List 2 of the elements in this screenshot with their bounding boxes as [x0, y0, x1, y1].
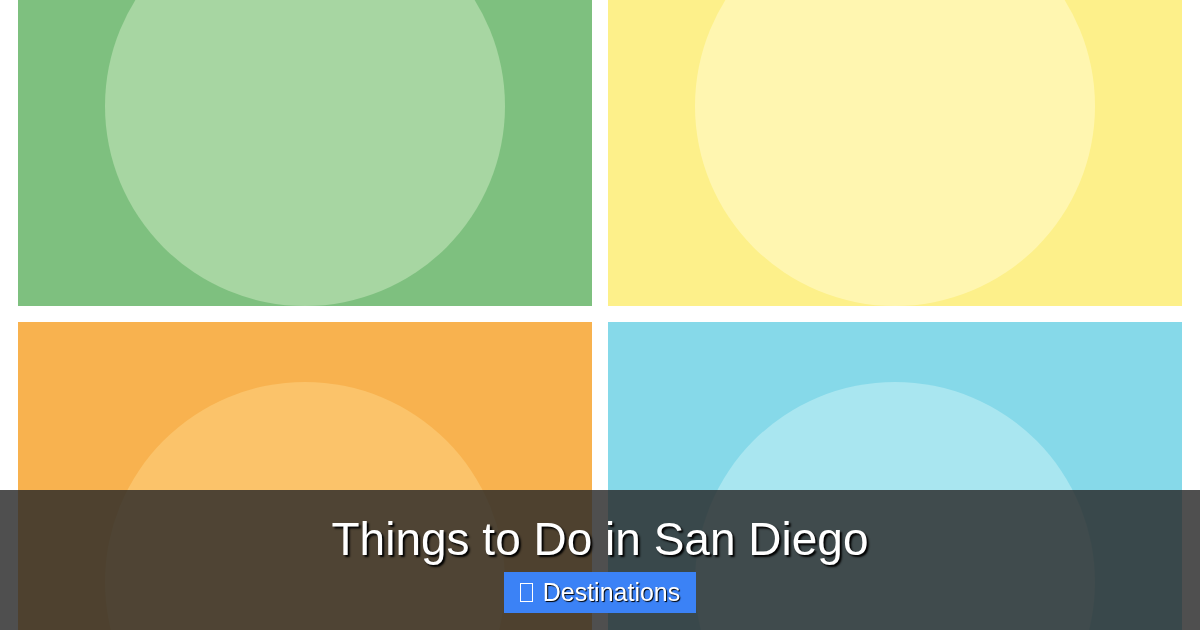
category-link[interactable]: Destinations [503, 572, 697, 613]
page-title: Things to Do in San Diego [331, 512, 869, 566]
